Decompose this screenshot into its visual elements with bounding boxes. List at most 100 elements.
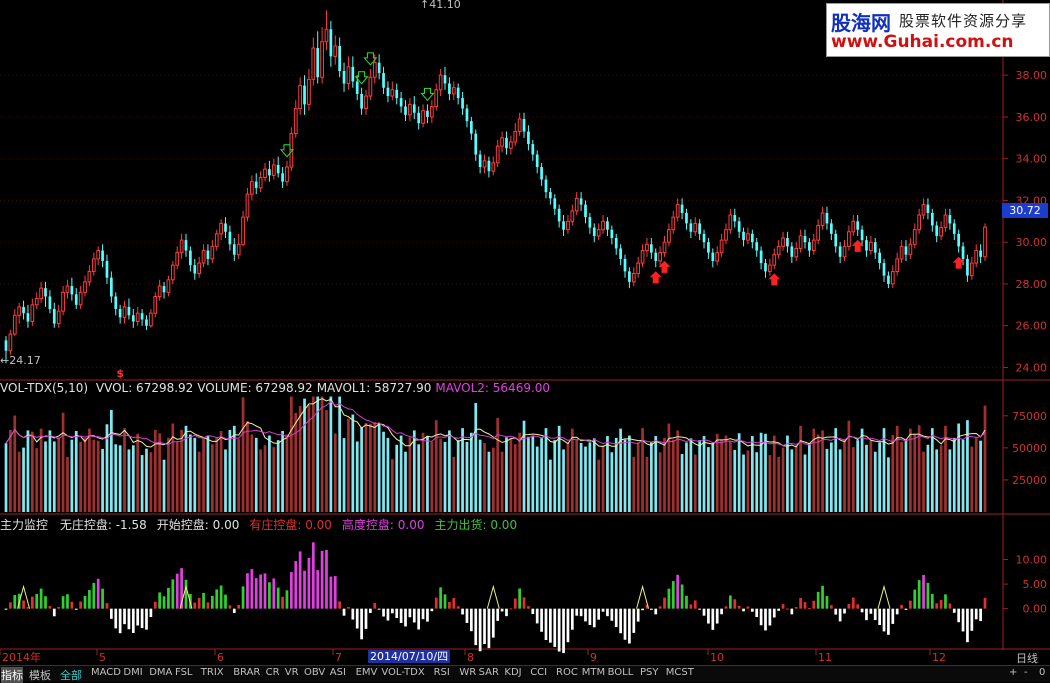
indicator-bar [755, 608, 759, 618]
indicator-bar [320, 550, 324, 609]
candle-body-down [105, 260, 109, 278]
zoom-in-button[interactable]: + [1009, 667, 1017, 678]
indicator-bar [210, 595, 214, 609]
candle-body-up [285, 166, 289, 183]
indicator-bar [276, 587, 280, 609]
volume-bar [825, 448, 829, 512]
volume-bar [513, 444, 517, 512]
tab-macd[interactable]: MACD [91, 667, 121, 678]
volume-indicator-name[interactable]: VOL-TDX(5,10) [0, 381, 88, 395]
candle-body-up [671, 216, 676, 231]
candle-body-down [948, 215, 952, 224]
indicator-bar [575, 608, 579, 616]
candle-body-up [179, 239, 184, 254]
tab-kdj[interactable]: KDJ [504, 667, 521, 678]
indicator-bar [448, 602, 451, 609]
tab-wr[interactable]: WR [459, 667, 476, 678]
candle-body-down [952, 223, 956, 234]
tab-dma[interactable]: DMA [149, 667, 172, 678]
volume-bar [408, 437, 412, 512]
volume-bar [193, 437, 197, 512]
indicator-bar [829, 605, 833, 609]
candle-body-up [851, 220, 856, 233]
volume-bar [891, 435, 895, 512]
volume-bar [913, 434, 917, 512]
indicator-bar [202, 592, 205, 609]
volume-bar [948, 449, 952, 512]
tab-trix[interactable]: TRIX [201, 667, 224, 678]
tab-mtm[interactable]: MTM [582, 667, 605, 678]
volume-bar [808, 442, 811, 512]
tab-obv[interactable]: OBV [304, 667, 325, 678]
candle-body-down [281, 173, 284, 182]
volume-bar [333, 433, 337, 512]
candle-body-down [579, 198, 583, 205]
tab-roc[interactable]: ROC [556, 667, 578, 678]
indicator-bar [461, 608, 464, 615]
zoom-out-button[interactable]: - [1024, 667, 1028, 678]
indicator-bar [636, 608, 640, 622]
volume-layer [4, 396, 987, 512]
candle-body-down [838, 246, 842, 257]
candle-body-down [461, 98, 464, 109]
indicator-bar [786, 608, 789, 610]
tab-cr[interactable]: CR [266, 667, 280, 678]
volume-bar [360, 427, 363, 512]
tab-brar[interactable]: BRAR [233, 667, 260, 678]
volume-bar [197, 451, 201, 512]
indicator-bar [689, 604, 693, 609]
candle-body-down [856, 221, 860, 230]
tab-sar[interactable]: SAR [479, 667, 499, 678]
period-label[interactable]: 日线 [1016, 650, 1038, 666]
tab-mcst[interactable]: MCST [666, 667, 694, 678]
indicator-bar [917, 580, 921, 609]
indicator-bar [224, 594, 227, 609]
indicator-bar [724, 606, 728, 609]
indicator-bar [232, 608, 236, 614]
indicator-bar [114, 608, 118, 629]
tab-fsl[interactable]: FSL [175, 667, 193, 678]
tab-vr[interactable]: VR [285, 667, 299, 678]
volume-bar [351, 414, 355, 512]
tab-cci[interactable]: CCI [530, 667, 547, 678]
candle-body-down [527, 131, 530, 145]
tab-psy[interactable]: PSY [640, 667, 659, 678]
indicator-bar [838, 608, 842, 622]
indicator-bar [860, 608, 864, 613]
volume-bar [123, 428, 126, 512]
indicator-bar [158, 592, 162, 609]
tab-dmi[interactable]: DMI [123, 667, 142, 678]
candle-body-down [22, 306, 25, 314]
candle-body-up [166, 279, 171, 293]
tab-emv[interactable]: EMV [356, 667, 378, 678]
tab-vol-tdx[interactable]: VOL-TDX [381, 667, 424, 678]
indicator-bar [13, 595, 17, 609]
volume-bar [553, 440, 557, 512]
indicator-bar [136, 608, 140, 626]
indicator-bar [417, 608, 421, 630]
volume-bar [96, 440, 100, 512]
candle-body-down [562, 221, 565, 230]
volume-bar [579, 442, 583, 512]
tab-rsi[interactable]: RSI [434, 667, 450, 678]
candle-body-down [531, 144, 535, 155]
indicator-name[interactable]: 主力监控 [0, 518, 48, 532]
indicator-bar [272, 578, 276, 609]
site-logo[interactable]: 股海网 股票软件资源分享 www.Guhai.com.cn [826, 3, 1050, 57]
volume-bar [715, 433, 719, 512]
volume-bar [478, 439, 482, 512]
candle-body-down [759, 250, 763, 264]
candle-body-down [189, 250, 192, 266]
tab-asi[interactable]: ASI [330, 667, 346, 678]
candle-body-down [606, 221, 609, 230]
candle-body-down [448, 83, 451, 94]
candle-body-up [408, 103, 412, 116]
indicator-bar [746, 606, 750, 609]
price-tick-label: 28.00 [1016, 278, 1048, 291]
volume-bar [465, 441, 469, 512]
month-label: 12 [932, 651, 946, 664]
indicator-bar [930, 593, 934, 609]
indicator-bar [404, 608, 407, 627]
tab-boll[interactable]: BOLL [608, 667, 634, 678]
reset-button[interactable]: 0 [1039, 667, 1045, 678]
